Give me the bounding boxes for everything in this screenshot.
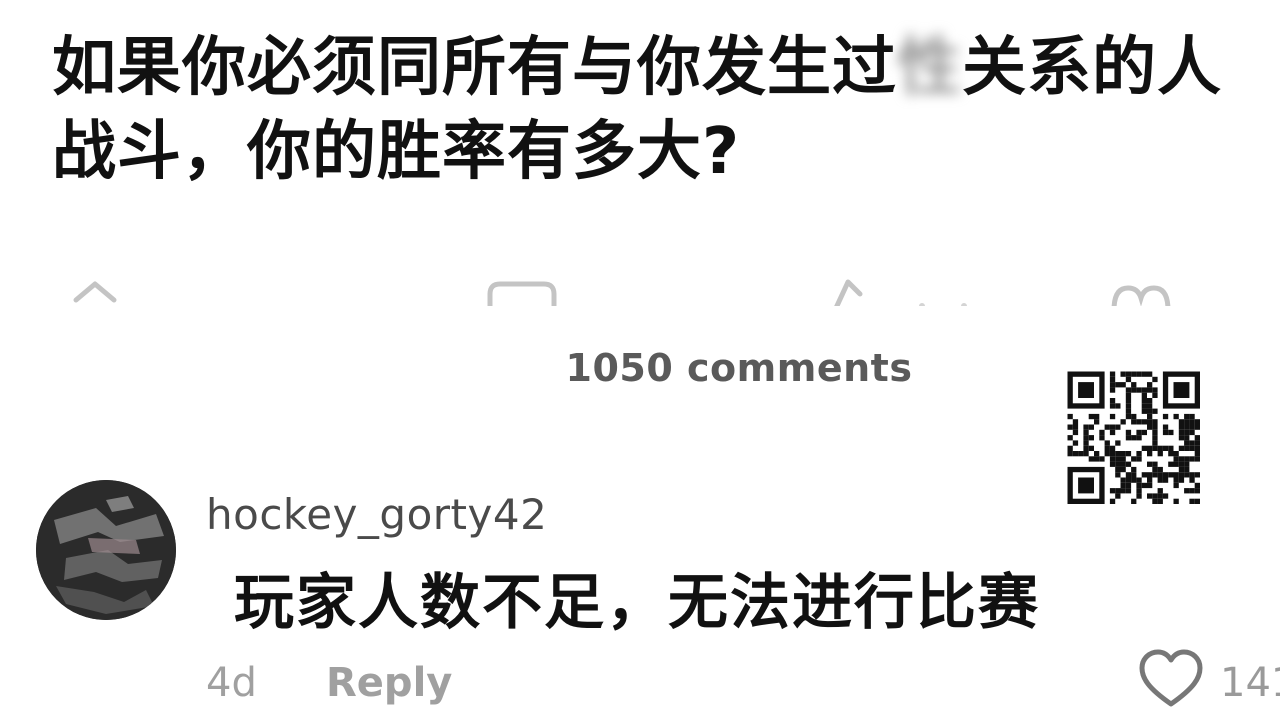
post-action-bar (0, 262, 1280, 306)
award-icon[interactable] (1106, 272, 1176, 306)
comment-icon[interactable] (484, 272, 560, 306)
reply-button[interactable]: Reply (326, 660, 452, 706)
comment-age: 4d (206, 660, 257, 706)
like-count: 141 (1220, 660, 1280, 706)
like-group: 141 (1136, 646, 1280, 716)
avatar[interactable] (36, 480, 176, 620)
upvote-icon[interactable] (70, 272, 120, 306)
comment-username[interactable]: hockey_gorty42 (206, 490, 547, 539)
comment-text: 玩家人数不足，无法进行比赛 (234, 568, 1040, 638)
share-icon[interactable] (826, 272, 986, 306)
qr-code-image (1066, 370, 1202, 504)
post-title-start: 如果你必须同所有与你发生过 (52, 31, 897, 105)
post-title: 如果你必须同所有与你发生过性关系的人战斗，你的胜率有多大? (52, 26, 1242, 194)
censored-character: 性 (897, 31, 962, 105)
heart-icon[interactable] (1136, 646, 1206, 716)
